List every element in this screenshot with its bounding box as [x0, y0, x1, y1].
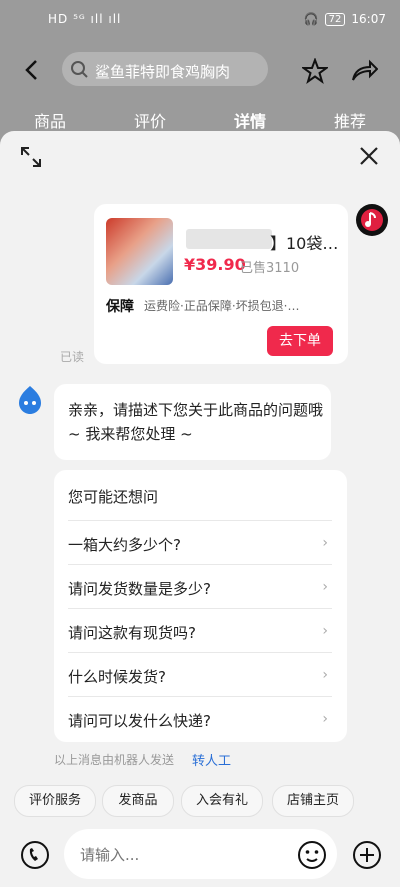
bot-message-text: 亲亲，请描述下您关于此商品的问题哦 ~ 我来帮您处理 ~ — [68, 401, 324, 443]
chevron-right-icon: › — [322, 667, 328, 683]
faq-item-label: 请问可以发什么快递? — [68, 712, 211, 730]
search-query-text: 鲨鱼菲特即食鸡胸肉 — [95, 63, 231, 81]
shop-avatar — [356, 204, 388, 236]
emoji-icon[interactable] — [297, 840, 327, 874]
status-right-group: 🎧 72 16:07 — [304, 12, 386, 26]
chevron-right-icon: › — [322, 623, 328, 639]
phone-icon[interactable] — [20, 840, 50, 874]
status-bar: HD ⁵ᴳ ıll ıll 🎧 72 16:07 — [0, 0, 400, 40]
quick-action-shop-home[interactable]: 店铺主页 — [272, 785, 354, 817]
faq-item[interactable]: 请问发货数量是多少? › — [68, 564, 332, 608]
quick-action-send-product[interactable]: 发商品 — [102, 785, 174, 817]
tab-details[interactable]: 详情 — [234, 108, 266, 132]
tab-product[interactable]: 商品 — [34, 108, 66, 132]
read-status: 已读 — [60, 350, 85, 364]
faq-item-label: 一箱大约多少个? — [68, 536, 181, 554]
guarantee-label: 保障 — [106, 299, 134, 315]
battery-indicator: 72 — [324, 12, 346, 26]
back-button[interactable] — [20, 58, 48, 86]
favorite-star-icon[interactable] — [300, 57, 330, 88]
chevron-left-icon — [25, 60, 37, 80]
tab-recommend[interactable]: 推荐 — [334, 108, 366, 132]
transfer-to-human-link[interactable]: 转人工 — [192, 750, 231, 769]
order-button[interactable]: 去下单 — [267, 326, 333, 356]
quick-action-member-gift[interactable]: 入会有礼 — [181, 785, 263, 817]
tab-reviews[interactable]: 评价 — [134, 108, 166, 132]
clock: 16:07 — [351, 12, 386, 26]
expand-icon[interactable] — [20, 146, 42, 172]
sold-count: 已售3110 — [240, 261, 300, 276]
signal-indicators: HD ⁵ᴳ ıll ıll — [48, 12, 122, 26]
product-title: 】10袋… — [270, 234, 339, 253]
product-thumbnail — [106, 218, 173, 285]
search-icon — [70, 60, 90, 84]
chevron-right-icon: › — [322, 711, 328, 727]
bot-avatar — [14, 384, 46, 416]
add-icon[interactable] — [352, 840, 382, 874]
headphone-icon: 🎧 — [303, 12, 319, 26]
music-note-icon — [361, 209, 383, 231]
faq-item-label: 请问这款有现货吗? — [68, 624, 196, 642]
share-icon[interactable] — [350, 58, 379, 88]
message-input[interactable] — [78, 843, 282, 867]
faq-item[interactable]: 什么时候发货? › — [68, 652, 332, 696]
faq-item-label: 什么时候发货? — [68, 668, 166, 686]
product-title-redacted — [186, 229, 272, 249]
robot-icon — [19, 386, 41, 414]
faq-item[interactable]: 请问可以发什么快递? › — [68, 696, 332, 740]
chevron-right-icon: › — [322, 579, 328, 595]
quick-action-rate-service[interactable]: 评价服务 — [14, 785, 96, 817]
chevron-right-icon: › — [322, 535, 328, 551]
guarantee-text: 运费险·正品保障·坏损包退·… — [144, 299, 300, 313]
faq-item[interactable]: 请问这款有现货吗? › — [68, 608, 332, 652]
product-price: ¥39.90 — [184, 255, 246, 274]
close-icon[interactable] — [358, 145, 380, 171]
faq-item-label: 请问发货数量是多少? — [68, 580, 211, 598]
robot-note: 以上消息由机器人发送 — [54, 753, 175, 767]
faq-title: 您可能还想问 — [68, 488, 159, 506]
faq-item[interactable]: 一箱大约多少个? › — [68, 520, 332, 564]
